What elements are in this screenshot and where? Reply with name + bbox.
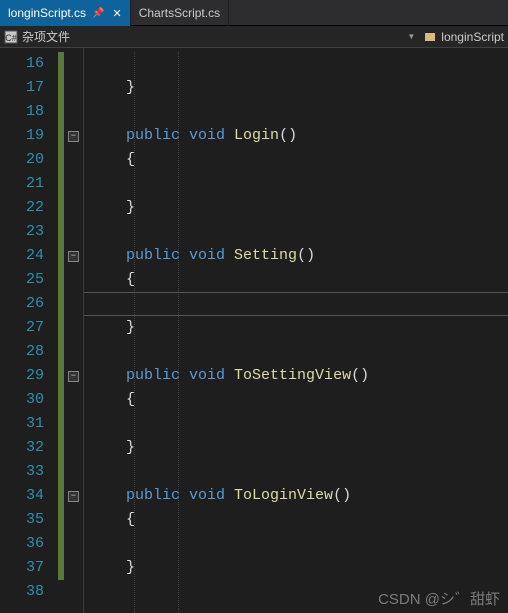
- csharp-file-icon: C#: [4, 30, 18, 44]
- fold-cell: [64, 316, 83, 340]
- fold-cell: [64, 76, 83, 100]
- fold-cell: [64, 52, 83, 76]
- fold-cell: [64, 436, 83, 460]
- code-line[interactable]: [84, 412, 508, 436]
- line-number: 23: [0, 220, 58, 244]
- method-icon: [423, 30, 437, 44]
- code-line[interactable]: [84, 100, 508, 124]
- tab-label: ChartsScript.cs: [139, 6, 220, 20]
- tab-bar: longinScript.cs 📌 ✕ ChartsScript.cs: [0, 0, 508, 26]
- code-line[interactable]: {: [84, 268, 508, 292]
- code-line[interactable]: [84, 172, 508, 196]
- line-number: 20: [0, 148, 58, 172]
- line-number: 36: [0, 532, 58, 556]
- fold-cell: [64, 460, 83, 484]
- nav-left-label: 杂项文件: [22, 28, 70, 45]
- line-number: 31: [0, 412, 58, 436]
- fold-cell: [64, 532, 83, 556]
- fold-toggle[interactable]: −: [68, 251, 79, 262]
- navigation-bar: C# 杂项文件 ▼ longinScript: [0, 26, 508, 48]
- code-line[interactable]: [84, 52, 508, 76]
- code-line[interactable]: }: [84, 76, 508, 100]
- code-line[interactable]: {: [84, 508, 508, 532]
- fold-cell: [64, 100, 83, 124]
- line-number: 22: [0, 196, 58, 220]
- tab-longinscript[interactable]: longinScript.cs 📌 ✕: [0, 0, 131, 26]
- tab-chartsscript[interactable]: ChartsScript.cs: [131, 0, 229, 26]
- code-area[interactable]: } public void Login() { } public void Se…: [84, 48, 508, 613]
- pin-icon[interactable]: 📌: [92, 8, 104, 19]
- line-number-gutter: 1617181920212223242526272829303132333435…: [0, 48, 58, 613]
- nav-right-dropdown[interactable]: ▼ longinScript: [407, 30, 504, 44]
- fold-cell: −: [64, 124, 83, 148]
- fold-cell: [64, 580, 83, 604]
- fold-cell: [64, 292, 83, 316]
- code-line[interactable]: [84, 460, 508, 484]
- line-number: 30: [0, 388, 58, 412]
- code-line[interactable]: [84, 580, 508, 604]
- code-editor[interactable]: 1617181920212223242526272829303132333435…: [0, 48, 508, 613]
- line-number: 35: [0, 508, 58, 532]
- line-number: 16: [0, 52, 58, 76]
- fold-cell: [64, 508, 83, 532]
- fold-toggle[interactable]: −: [68, 131, 79, 142]
- fold-cell: −: [64, 244, 83, 268]
- line-number: 34: [0, 484, 58, 508]
- fold-cell: −: [64, 364, 83, 388]
- code-line[interactable]: public void Setting(): [84, 244, 508, 268]
- fold-cell: [64, 148, 83, 172]
- code-line[interactable]: {: [84, 388, 508, 412]
- line-number: 33: [0, 460, 58, 484]
- line-number: 24: [0, 244, 58, 268]
- line-number: 38: [0, 580, 58, 604]
- fold-cell: [64, 412, 83, 436]
- line-number: 28: [0, 340, 58, 364]
- code-line[interactable]: }: [84, 436, 508, 460]
- line-number: 19: [0, 124, 58, 148]
- code-line[interactable]: [84, 220, 508, 244]
- fold-cell: [64, 340, 83, 364]
- line-number: 26: [0, 292, 58, 316]
- nav-right-label: longinScript: [441, 30, 504, 44]
- line-number: 29: [0, 364, 58, 388]
- chevron-down-icon: ▼: [407, 32, 415, 41]
- code-line[interactable]: [84, 532, 508, 556]
- line-number: 21: [0, 172, 58, 196]
- svg-text:C#: C#: [5, 33, 17, 43]
- fold-cell: −: [64, 484, 83, 508]
- fold-cell: [64, 172, 83, 196]
- line-number: 32: [0, 436, 58, 460]
- code-line[interactable]: {: [84, 148, 508, 172]
- fold-cell: [64, 220, 83, 244]
- fold-toggle[interactable]: −: [68, 371, 79, 382]
- tab-label: longinScript.cs: [8, 6, 86, 20]
- code-line[interactable]: }: [84, 316, 508, 340]
- fold-cell: [64, 388, 83, 412]
- line-number: 27: [0, 316, 58, 340]
- line-number: 25: [0, 268, 58, 292]
- code-line[interactable]: public void Login(): [84, 124, 508, 148]
- fold-column: − − − −: [64, 48, 84, 613]
- line-number: 18: [0, 100, 58, 124]
- fold-cell: [64, 556, 83, 580]
- fold-cell: [64, 196, 83, 220]
- line-number: 37: [0, 556, 58, 580]
- fold-toggle[interactable]: −: [68, 491, 79, 502]
- fold-cell: [64, 268, 83, 292]
- code-line[interactable]: [84, 340, 508, 364]
- code-line[interactable]: }: [84, 556, 508, 580]
- code-line[interactable]: public void ToSettingView(): [84, 364, 508, 388]
- nav-left-dropdown[interactable]: C# 杂项文件: [4, 28, 70, 45]
- code-line[interactable]: [84, 292, 508, 316]
- close-icon[interactable]: ✕: [113, 7, 122, 20]
- code-line[interactable]: public void ToLoginView(): [84, 484, 508, 508]
- code-line[interactable]: }: [84, 196, 508, 220]
- line-number: 17: [0, 76, 58, 100]
